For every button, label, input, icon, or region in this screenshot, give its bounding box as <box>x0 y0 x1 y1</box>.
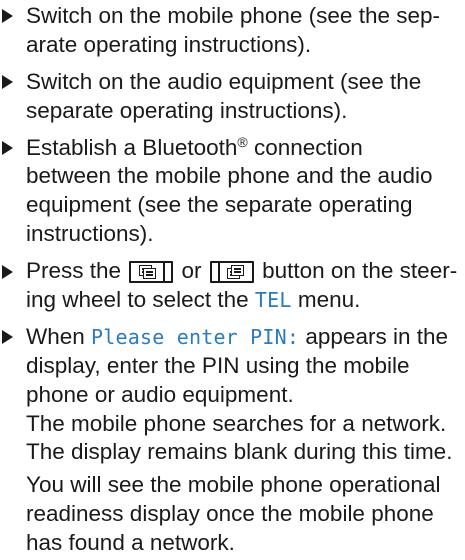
page-back-icon <box>129 261 174 284</box>
step-text-line: ing wheel to select the TEL menu. <box>26 286 460 315</box>
registered-mark: ® <box>237 133 248 150</box>
display-message-pin: Please enter PIN: <box>91 324 300 349</box>
step-text-segment: button on the steer- <box>255 258 458 284</box>
result-text-line: The display remains blank during this ti… <box>26 439 453 465</box>
page-forward-icon <box>209 261 254 284</box>
step-text-line: Switch on the audio equipment (see the <box>26 68 422 94</box>
step-switch-on-audio: Switch on the audio equipment (see the s… <box>0 68 460 126</box>
step-bullet-icon <box>2 257 20 286</box>
step-text-line: instructions). <box>26 221 154 247</box>
step-bullet-icon <box>2 323 20 352</box>
result-text-line: The mobile phone searches for a network. <box>26 410 447 436</box>
step-switch-on-phone: Switch on the mobile phone (see the sep-… <box>0 2 460 60</box>
step-text-line: display, enter the PIN using the mobile <box>26 352 410 378</box>
step-text-segment: Establish a Bluetooth <box>26 134 238 160</box>
step-text-segment: When <box>26 323 92 349</box>
step-enter-pin: When Please enter PIN: appears in the di… <box>0 323 460 410</box>
note-text-line: readiness display once the mobile phone <box>26 501 434 527</box>
step-result: The mobile phone searches for a network.… <box>26 410 465 468</box>
step-text-line: When Please enter PIN: appears in the <box>26 323 460 352</box>
step-text-segment: connection <box>247 134 363 160</box>
tel-menu-label: TEL <box>254 288 292 312</box>
step-text-line: between the mobile phone and the audio <box>26 163 433 189</box>
step-text-line: arate operating instructions). <box>26 31 312 57</box>
step-text-segment: appears in the <box>299 323 448 349</box>
step-text-line: phone or audio equipment. <box>26 381 294 407</box>
step-text-line: Press the or button on the steer- <box>26 257 460 286</box>
step-text-segment: menu. <box>291 287 361 312</box>
step-bullet-icon <box>2 2 20 31</box>
step-bullet-icon <box>2 134 20 163</box>
step-text-segment: Press the <box>26 258 128 284</box>
step-text-line: Establish a Bluetooth® connection <box>26 134 460 163</box>
step-bluetooth-connection: Establish a Bluetooth® connection betwee… <box>0 134 460 250</box>
step-select-tel-menu: Press the or button on the steer- ing wh… <box>0 257 460 315</box>
step-text-line: separate operating instructions). <box>26 97 348 123</box>
step-text-segment: or <box>175 258 208 284</box>
note-text-line: has found a network. <box>26 530 235 556</box>
readiness-note: You will see the mobile phone operationa… <box>26 471 465 558</box>
instruction-page: Switch on the mobile phone (see the sep-… <box>0 0 465 560</box>
step-bullet-icon <box>2 68 20 97</box>
step-text-line: equipment (see the separate operating <box>26 192 413 218</box>
step-text-segment: ing wheel to select the <box>26 287 255 312</box>
step-text-line: Switch on the mobile phone (see the sep- <box>26 3 440 28</box>
note-text-line: You will see the mobile phone operationa… <box>26 472 441 498</box>
